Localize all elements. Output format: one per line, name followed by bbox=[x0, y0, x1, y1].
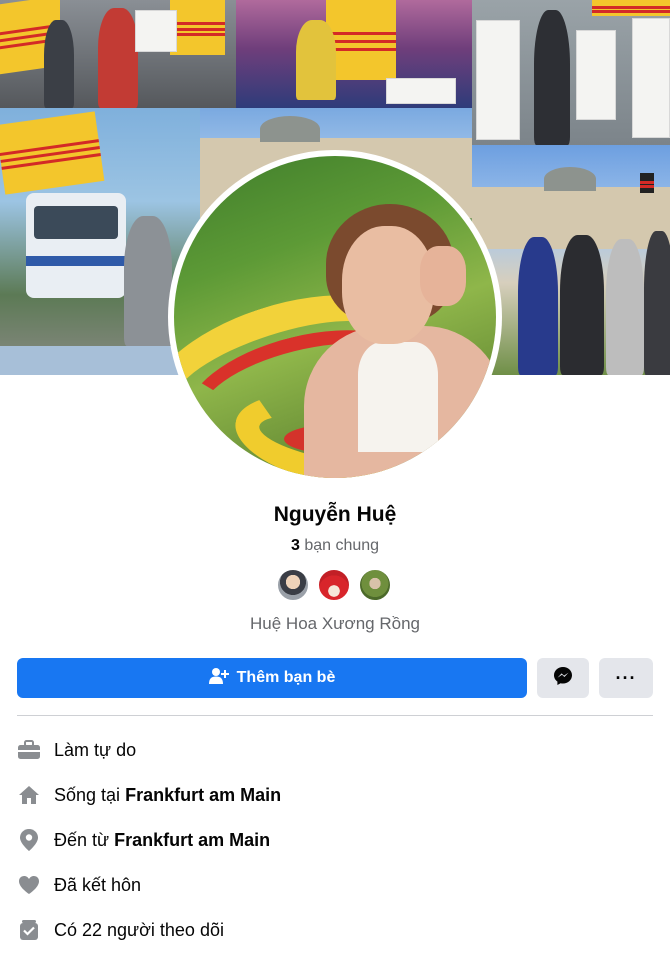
location-pin-icon bbox=[17, 828, 41, 852]
cover-collage-tile bbox=[472, 145, 670, 375]
section-divider bbox=[17, 715, 653, 716]
avatar-photo bbox=[174, 156, 496, 478]
mutual-friend-avatar[interactable] bbox=[276, 568, 310, 602]
more-options-button[interactable]: ··· bbox=[599, 658, 653, 698]
profile-name: Nguyễn Huệ bbox=[273, 503, 397, 526]
profile-avatar[interactable] bbox=[168, 150, 502, 484]
mutual-label: bạn chung bbox=[304, 537, 380, 554]
followers-icon bbox=[17, 918, 41, 942]
mutual-count: 3 bbox=[290, 537, 300, 554]
message-button[interactable] bbox=[537, 658, 589, 698]
mutual-friend-avatar[interactable] bbox=[358, 568, 392, 602]
intro-lives-in: Sống tại Frankfurt am Main bbox=[17, 780, 281, 810]
lives-city-link[interactable]: Frankfurt am Main bbox=[125, 785, 281, 806]
cover-collage-tile bbox=[236, 0, 472, 108]
intro-followers[interactable]: Có 22 người theo dõi bbox=[17, 915, 224, 945]
cover-collage-tile bbox=[0, 0, 236, 108]
from-prefix: Đến từ bbox=[54, 829, 110, 850]
work-text: Làm tự do bbox=[54, 739, 137, 760]
followers-text: Có 22 người theo dõi bbox=[54, 919, 224, 940]
messenger-icon bbox=[553, 666, 573, 691]
profile-nickname: Huệ Hoa Xương Rồng bbox=[250, 614, 420, 633]
home-icon bbox=[17, 783, 41, 807]
intro-relationship: Đã kết hôn bbox=[17, 870, 141, 900]
user-plus-icon bbox=[208, 667, 229, 690]
relationship-text: Đã kết hôn bbox=[54, 874, 142, 895]
lives-prefix: Sống tại bbox=[54, 784, 121, 805]
heart-icon bbox=[17, 873, 41, 897]
more-icon: ··· bbox=[615, 668, 637, 688]
mutual-friends-avatars[interactable] bbox=[276, 568, 396, 602]
cover-collage-tile bbox=[472, 0, 670, 145]
add-friend-label: Thêm bạn bè bbox=[236, 669, 336, 686]
mutual-friend-avatar[interactable] bbox=[317, 568, 351, 602]
intro-work: Làm tự do bbox=[17, 735, 136, 765]
add-friend-button[interactable]: Thêm bạn bè bbox=[17, 658, 527, 698]
briefcase-icon bbox=[17, 738, 41, 762]
intro-from: Đến từ Frankfurt am Main bbox=[17, 825, 270, 855]
from-city-link[interactable]: Frankfurt am Main bbox=[114, 830, 270, 851]
mutual-friends-count[interactable]: 3 bạn chung bbox=[0, 537, 670, 555]
